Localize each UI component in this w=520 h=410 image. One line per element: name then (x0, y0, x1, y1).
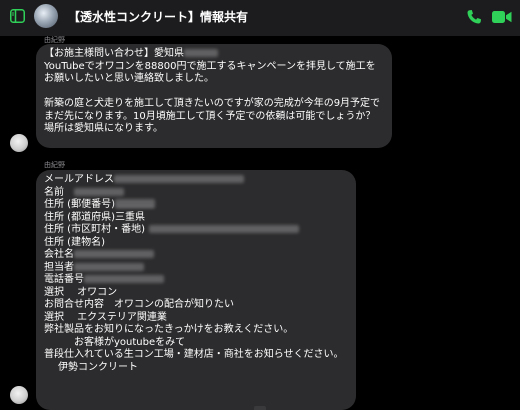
message-line: 住所 (郵便番号) (44, 199, 356, 212)
message-bubble[interactable]: メールアドレス 名前 住所 (郵便番号) 住所 (都道府県)三重県 住所 (市区… (36, 170, 356, 410)
message-line: まだ先になります。10月頃施工して頂く予定での依頼は可能でしょうか？ (44, 110, 376, 122)
scroll-indicator (254, 406, 266, 410)
sender-name: 由紀野 (44, 161, 65, 169)
message-line: 普段仕入れている生コン工場・建材店・商社をお知らせください。 (44, 349, 344, 360)
redacted-text (74, 187, 124, 196)
phone-icon[interactable] (466, 9, 482, 25)
message-line: 住所 (市区町村・番地) (44, 224, 356, 237)
message-line: 電話番号 (44, 274, 356, 287)
message-line: 伊勢コンクリート (58, 361, 138, 373)
message-line: 弊社製品をお知りになったきっかけをお教えください。 (44, 324, 294, 335)
sender-avatar[interactable] (10, 134, 28, 152)
redacted-text (114, 199, 155, 208)
message-line: 選択 エクステリア関連業 (44, 311, 167, 323)
redacted-text (84, 275, 164, 283)
redacted-text (74, 250, 154, 258)
message-line: お願いしたいと思い連絡致しました。 (44, 73, 214, 84)
message-line: お問合せ内容 オワコンの配合が知りたい (44, 299, 234, 310)
sender-avatar[interactable] (10, 386, 28, 404)
sidebar-toggle-icon[interactable] (10, 9, 25, 23)
message-line: 住所 (都道府県)三重県 (44, 211, 145, 223)
message-line: お客様がyoutubeをみて (74, 336, 186, 348)
redacted-text (114, 175, 244, 183)
redacted-text (74, 262, 144, 271)
chat-header: 【透水性コンクリート】情報共有 (0, 0, 520, 36)
message-line: YouTubeでオワコンを88800円で施工するキャンペーンを拝見して施工を (44, 60, 376, 72)
group-avatar[interactable] (34, 4, 58, 28)
message-line: 担当者 (44, 262, 356, 275)
message-line: 名前 (44, 187, 356, 200)
message-line: 新築の庭と犬走りを施工して頂きたいのですが家の完成が今年の9月予定で (44, 98, 381, 109)
chat-title[interactable]: 【透水性コンクリート】情報共有 (68, 8, 248, 25)
message-line: メールアドレス (44, 174, 356, 187)
message-line: 住所 (建物名) (44, 236, 105, 248)
message-line: 選択 オワコン (44, 286, 118, 298)
message-line: 会社名 (44, 249, 356, 262)
message-bubble[interactable]: 【お施主様問い合わせ】愛知県 YouTubeでオワコンを88800円で施工するキ… (36, 44, 392, 148)
message-line: 【お施主様問い合わせ】愛知県 (44, 48, 392, 61)
redacted-text (184, 49, 218, 57)
message-line: 場所は愛知県になります。 (44, 123, 163, 134)
redacted-text (148, 225, 299, 233)
video-camera-icon[interactable] (492, 10, 512, 24)
